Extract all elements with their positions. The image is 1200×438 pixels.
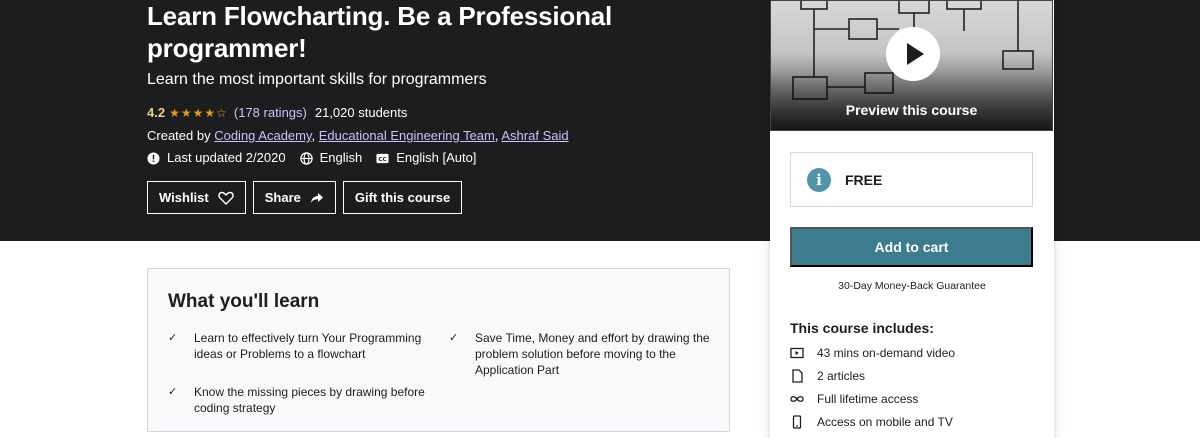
course-preview[interactable]: Preview this course [770,0,1053,131]
includes-item: 2 articles [790,369,865,383]
infinity-icon [790,396,804,402]
created-by-label: Created by [147,128,215,143]
includes-item: Access on mobile and TV [790,415,953,429]
hero-actions: Wishlist Share Gift this course [147,181,469,214]
language: English [299,149,362,167]
purchase-sidebar: Preview this course i FREE Add to cart 3… [770,0,1054,438]
check-icon: ✓ [168,332,178,344]
info-icon: i [807,167,831,192]
play-icon[interactable] [886,27,940,81]
alert-badge-icon [147,151,160,165]
what-you-learn: What you'll learn ✓ Learn to effectively… [147,268,730,432]
check-icon: ✓ [449,332,459,344]
rating-value: 4.2 [147,105,166,120]
check-icon: ✓ [168,386,178,398]
course-page: Learn Flowcharting. Be a Professional pr… [0,0,1200,438]
includes-item: 43 mins on-demand video [790,346,955,360]
price-label: FREE [845,171,883,188]
captions: CC English [Auto] [376,149,476,167]
course-title: Learn Flowcharting. Be a Professional pr… [147,1,613,63]
students-count: 21,020 students [314,105,408,120]
author-link[interactable]: Educational Engineering Team [319,128,495,143]
file-icon [792,369,803,383]
gift-course-button[interactable]: Gift this course [342,181,463,214]
author-link[interactable]: Coding Academy [214,128,311,143]
includes-title: This course includes: [790,320,934,336]
course-meta: Last updated 2/2020 English CC English [… [147,149,490,167]
created-by: Created by Coding Academy, Educational E… [147,128,569,143]
rating-row: 4.2 ★★★★☆ (178 ratings) 21,020 students [147,104,407,122]
money-back-guarantee: 30-Day Money-Back Guarantee [838,280,986,292]
price-box: i FREE [790,152,1033,207]
heart-icon [218,191,234,205]
learn-title: What you'll learn [168,291,320,312]
star-rating-icon: ★★★★☆ [169,106,228,120]
mobile-icon [792,415,802,429]
course-subtitle: Learn the most important skills for prog… [147,71,487,88]
svg-text:CC: CC [379,156,387,162]
preview-label: Preview this course [845,102,978,118]
add-to-cart-button[interactable]: Add to cart [790,227,1033,267]
includes-item: Full lifetime access [790,392,918,406]
closed-captions-icon: CC [376,153,389,163]
share-button[interactable]: Share [252,181,336,214]
last-updated: Last updated 2/2020 [147,149,286,167]
video-icon [790,347,804,359]
author-link[interactable]: Ashraf Said [501,128,568,143]
learn-item: ✓ Learn to effectively turn Your Program… [168,331,422,361]
learn-item: ✓ Save Time, Money and effort by drawing… [449,331,710,377]
learn-item: ✓ Know the missing pieces by drawing bef… [168,385,425,415]
globe-icon [299,151,313,165]
wishlist-button[interactable]: Wishlist [147,181,246,214]
ratings-count-link[interactable]: (178 ratings) [234,104,307,122]
share-arrow-icon [310,192,323,203]
